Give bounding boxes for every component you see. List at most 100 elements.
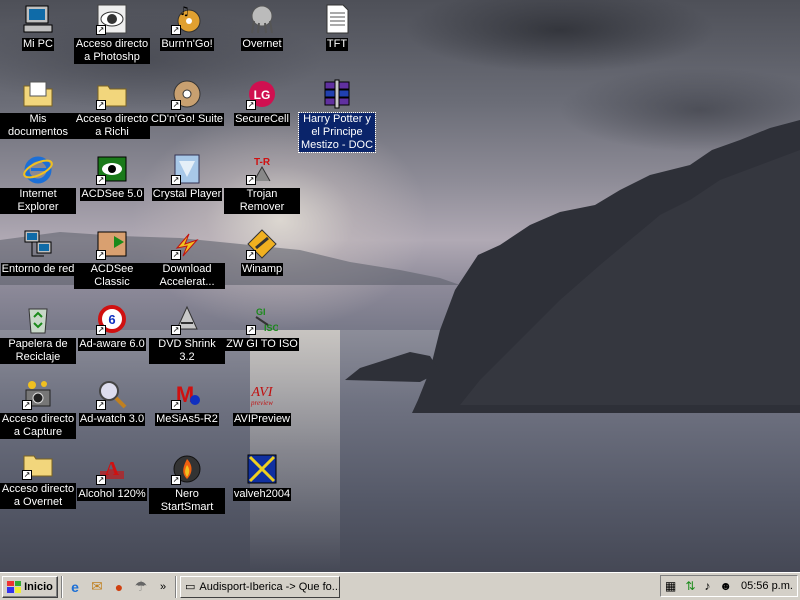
desktop-icon-securecell[interactable]: LG ↗ SecureCell xyxy=(224,78,300,126)
icon-label: CD'n'Go! Suite xyxy=(149,113,225,126)
icon-label: ACDSee 5.0 xyxy=(80,188,144,201)
icon-label: Overnet xyxy=(241,38,283,51)
icon-label: Burn'n'Go! xyxy=(160,38,214,51)
quick-launch-more-button[interactable]: » xyxy=(154,578,172,596)
desktop-icon-alcohol[interactable]: A ↗ Alcohol 120% xyxy=(74,453,150,501)
desktop-icon-capture[interactable]: ↗ Acceso directo a Capture xyxy=(0,378,76,439)
text-document-icon xyxy=(326,4,349,34)
outlook-express-icon[interactable]: ✉ xyxy=(88,578,106,596)
shortcut-arrow-icon: ↗ xyxy=(246,325,256,335)
svg-text:preview: preview xyxy=(250,399,273,407)
my-computer-icon xyxy=(23,5,53,33)
desktop-icon-avipreview[interactable]: AVI preview AVIPreview xyxy=(224,378,300,426)
network-computers-icon xyxy=(24,230,52,257)
icon-label: Crystal Player xyxy=(151,188,223,201)
icon-label: Acceso directo a Photoshp xyxy=(74,38,150,64)
desktop-icon-burn-n-go[interactable]: ♫ ↗ Burn'n'Go! xyxy=(149,3,225,51)
shortcut-arrow-icon: ↗ xyxy=(96,100,106,110)
desktop-icon-dvd-shrink[interactable]: ↗ DVD Shrink 3.2 xyxy=(149,303,225,364)
shortcut-arrow-icon: ↗ xyxy=(246,250,256,260)
icon-label: Ad-aware 6.0 xyxy=(78,338,146,351)
desktop-icon-papelera[interactable]: Papelera de Reciclaje xyxy=(0,303,76,364)
desktop-icon-download-accelerator[interactable]: ↗ Download Accelerat... xyxy=(149,228,225,289)
shortcut-arrow-icon: ↗ xyxy=(171,250,181,260)
desktop-icon-cd-n-go[interactable]: ↗ CD'n'Go! Suite xyxy=(149,78,225,126)
my-documents-folder-icon xyxy=(23,81,53,107)
icon-label: Acceso directo a Capture xyxy=(0,413,76,439)
desktop-background: Mi PC Mis documentos Internet Explorer E… xyxy=(0,0,800,572)
shortcut-arrow-icon: ↗ xyxy=(171,475,181,485)
desktop-icon-harry-potter[interactable]: Harry Potter y el Principe Mestizo - DOC xyxy=(298,78,376,153)
desktop-icon-mis-documentos[interactable]: Mis documentos xyxy=(0,78,76,139)
recycle-bin-icon xyxy=(28,308,48,334)
icon-label: Winamp xyxy=(240,263,284,276)
taskbar-window-button[interactable]: ▭ Audisport-Iberica -> Que fo... xyxy=(180,575,340,598)
shortcut-arrow-icon: ↗ xyxy=(22,470,32,480)
desktop-icon-nero[interactable]: ↗ Nero StartSmart xyxy=(149,453,225,514)
desktop-icon-mesias[interactable]: M ↗ MeSiAs5-R2 xyxy=(149,378,225,426)
icon-label: Download Accelerat... xyxy=(149,263,225,289)
desktop-icon-ad-watch[interactable]: ↗ Ad-watch 3.0 xyxy=(74,378,150,426)
icon-label: ACDSee Classic xyxy=(74,263,150,289)
desktop-icon-internet-explorer[interactable]: Internet Explorer xyxy=(0,153,76,214)
desktop-icon-crystal-player[interactable]: ↗ Crystal Player xyxy=(149,153,225,201)
icon-label: Nero StartSmart xyxy=(149,488,225,514)
icon-label: valveh2004 xyxy=(232,488,292,501)
svg-text:T-R: T-R xyxy=(254,157,271,168)
network-icon[interactable]: ▦ xyxy=(665,579,676,593)
icon-label: Alcohol 120% xyxy=(77,488,147,501)
media-player-icon[interactable]: ● xyxy=(110,578,128,596)
desktop-icon-gi-to-iso[interactable]: GI ISO ↗ ZW GI TO ISO xyxy=(224,303,300,351)
icon-label: Harry Potter y el Principe Mestizo - DOC xyxy=(298,112,376,153)
taskbar-separator xyxy=(61,575,63,598)
desktop-icon-ad-aware[interactable]: 6 ↗ Ad-aware 6.0 xyxy=(74,303,150,351)
desktop-icon-winamp[interactable]: ↗ Winamp xyxy=(224,228,300,276)
update-arrows-icon[interactable]: ⇅ xyxy=(685,579,695,593)
shortcut-arrow-icon: ↗ xyxy=(96,25,106,35)
desktop-icon-richi[interactable]: ↗ Acceso directo a Richi xyxy=(74,78,150,139)
shortcut-arrow-icon: ↗ xyxy=(171,400,181,410)
desktop-icon-trojan-remover[interactable]: T-R ↗ Trojan Remover xyxy=(224,153,300,214)
icon-label: Papelera de Reciclaje xyxy=(0,338,76,364)
shortcut-arrow-icon: ↗ xyxy=(96,325,106,335)
internet-explorer-icon xyxy=(23,156,53,184)
icon-label: Mi PC xyxy=(22,38,54,51)
clock[interactable]: 05:56 p.m. xyxy=(741,580,793,592)
svg-text:♫: ♫ xyxy=(179,4,190,18)
start-button-label: Inicio xyxy=(24,580,53,593)
desktop-icon-acceso-overnet[interactable]: ↗ Acceso directo a Overnet xyxy=(0,448,76,509)
desktop-icon-mi-pc[interactable]: Mi PC xyxy=(0,3,76,51)
browser-window-icon: ▭ xyxy=(185,581,196,593)
icon-label: Trojan Remover xyxy=(224,188,300,214)
shortcut-arrow-icon: ↗ xyxy=(246,175,256,185)
shortcut-arrow-icon: ↗ xyxy=(96,175,106,185)
icon-label: DVD Shrink 3.2 xyxy=(149,338,225,364)
taskbar-window-label: Audisport-Iberica -> Que fo... xyxy=(199,580,340,593)
volume-icon[interactable]: ♪ xyxy=(704,579,710,593)
icon-label: Acceso directo a Richi xyxy=(74,113,150,139)
antivirus-icon[interactable]: ☻ xyxy=(719,579,732,593)
icon-label: Ad-watch 3.0 xyxy=(78,413,146,426)
avi-preview-icon: AVIpreview xyxy=(250,385,274,407)
icon-label: SecureCell xyxy=(234,113,290,126)
desktop-icon-acdsee-5[interactable]: ↗ ACDSee 5.0 xyxy=(74,153,150,201)
shortcut-arrow-icon: ↗ xyxy=(96,400,106,410)
taskbar-separator xyxy=(175,575,177,598)
internet-explorer-icon[interactable]: e xyxy=(66,578,84,596)
desktop-icon-acdsee-classic[interactable]: ↗ ACDSee Classic xyxy=(74,228,150,289)
desktop-icon-entorno-de-red[interactable]: Entorno de red xyxy=(0,228,76,276)
system-tray: ▦ ⇅ ♪ ☻ 05:56 p.m. xyxy=(660,575,798,597)
icon-label: Entorno de red xyxy=(0,263,76,276)
icon-label: Acceso directo a Overnet xyxy=(0,483,76,509)
overnet-icon[interactable]: ☂ xyxy=(132,578,150,596)
desktop-icon-valveh[interactable]: valveh2004 xyxy=(224,453,300,501)
valveh-icon xyxy=(247,454,277,484)
start-button[interactable]: Inicio xyxy=(2,575,58,598)
shortcut-arrow-icon: ↗ xyxy=(171,175,181,185)
svg-text:LG: LG xyxy=(254,88,271,102)
desktop-icon-photoshop[interactable]: ↗ Acceso directo a Photoshp xyxy=(74,3,150,64)
icon-label: ZW GI TO ISO xyxy=(225,338,299,351)
desktop-icon-tft[interactable]: TFT xyxy=(299,3,375,51)
desktop-icon-overnet[interactable]: Overnet xyxy=(224,3,300,51)
shortcut-arrow-icon: ↗ xyxy=(171,100,181,110)
